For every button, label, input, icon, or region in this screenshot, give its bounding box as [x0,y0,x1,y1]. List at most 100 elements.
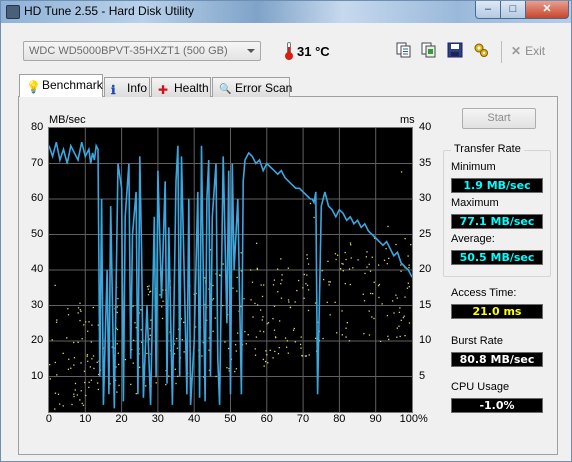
access-time-point [251,281,254,283]
access-time-point [73,364,75,366]
access-time-point [92,306,94,309]
access-time-point [222,304,224,307]
access-time-point [377,264,380,266]
maximum-label: Maximum [451,197,499,209]
access-time-point [369,270,372,272]
thermometer-icon [285,42,293,60]
access-time-point [388,257,390,260]
access-time-point [396,336,398,338]
access-time-point [280,258,282,260]
x-tick-label: 10 [79,413,92,425]
options-icon[interactable] [473,42,489,58]
access-time-point [336,254,339,256]
access-time-point [259,330,261,332]
access-time-point [348,268,351,270]
tab-info[interactable]: ℹ Info [104,77,150,97]
access-time-point [371,256,373,258]
access-time-point [403,315,405,317]
access-time-point [51,339,53,341]
title-bar[interactable]: HD Tune 2.55 - Hard Disk Utility – □ ✕ [1,1,571,23]
access-time-point [116,311,118,314]
access-time-point [132,362,134,364]
access-time-point [117,352,119,354]
drive-select[interactable]: WDC WD5000BPVT-35HXZT1 (500 GB) [23,41,261,61]
access-time-point [342,270,344,272]
access-time-point [373,317,375,320]
access-time-point [402,316,405,319]
access-time-point [91,358,93,360]
access-time-point [398,311,401,314]
access-time-point [67,368,70,370]
tab-health[interactable]: ✚ Health [151,77,211,97]
access-time-point [92,355,95,357]
access-time-point [293,327,295,330]
access-time-point [371,316,373,318]
access-time-point [350,257,352,259]
close-button[interactable]: ✕ [525,1,569,19]
copy-text-icon[interactable] [396,42,412,58]
access-time-point [339,268,342,270]
access-time-point [364,272,366,275]
access-time-point [74,389,76,391]
access-time-point [329,314,331,316]
access-time-point [278,347,280,349]
access-time-point [326,301,328,304]
access-time-point [183,351,185,353]
tab-benchmark[interactable]: 💡 Benchmark [19,74,103,97]
access-time-point [148,285,150,287]
access-time-point [155,382,157,384]
access-time-point [175,382,177,385]
access-time-point [266,323,268,325]
save-icon[interactable] [447,42,463,58]
x-tick-label: 60 [260,413,273,425]
access-time-point [132,305,134,307]
access-time-point [212,284,214,287]
access-time-point [262,316,264,318]
maximize-button[interactable]: □ [500,1,526,19]
exit-button[interactable]: ✕ Exit [511,44,545,58]
access-time-point [297,279,300,282]
access-time-point [296,289,298,292]
access-time-point [82,404,85,407]
access-time-point [280,283,282,285]
access-time-point [62,405,64,407]
access-time-point [328,281,330,283]
y-left-unit: MB/sec [49,114,86,126]
access-time-point [336,332,338,334]
access-time-point [321,270,323,272]
access-time-point [68,358,70,360]
access-time-point [381,303,383,305]
access-time-point [132,339,135,341]
copy-screenshot-icon[interactable] [421,42,437,58]
access-time-point [399,335,401,338]
access-time-point [335,258,337,261]
access-time-point [88,321,90,323]
access-time-point [386,262,388,265]
access-time-point [294,301,296,303]
minimize-button[interactable]: – [475,1,501,19]
access-time-point [212,298,215,300]
cpu-usage-label: CPU Usage [451,381,510,393]
access-time-point [235,350,237,352]
x-tick-label: 50 [224,413,237,425]
access-time-point [396,297,398,299]
y-right-tick-label: 25 [419,227,432,240]
access-time-point [400,319,402,321]
burst-rate-label: Burst Rate [451,335,503,347]
access-time-point [116,328,119,331]
tab-error-scan[interactable]: 🔍 Error Scan [212,77,292,97]
access-time-point [54,408,56,410]
y-left-tick-label: 10 [31,369,44,382]
start-button[interactable]: Start [462,108,536,129]
access-time-point [396,327,398,329]
access-time-point [408,322,411,324]
access-time-point [201,355,203,357]
access-time-point [77,307,80,309]
access-time-point [55,321,58,323]
access-time-point [315,337,317,340]
access-time-point [62,352,64,354]
access-time-point [285,346,288,348]
access-time-point [280,297,283,299]
y-right-tick-label: 15 [419,298,432,311]
access-time-point [130,383,132,386]
